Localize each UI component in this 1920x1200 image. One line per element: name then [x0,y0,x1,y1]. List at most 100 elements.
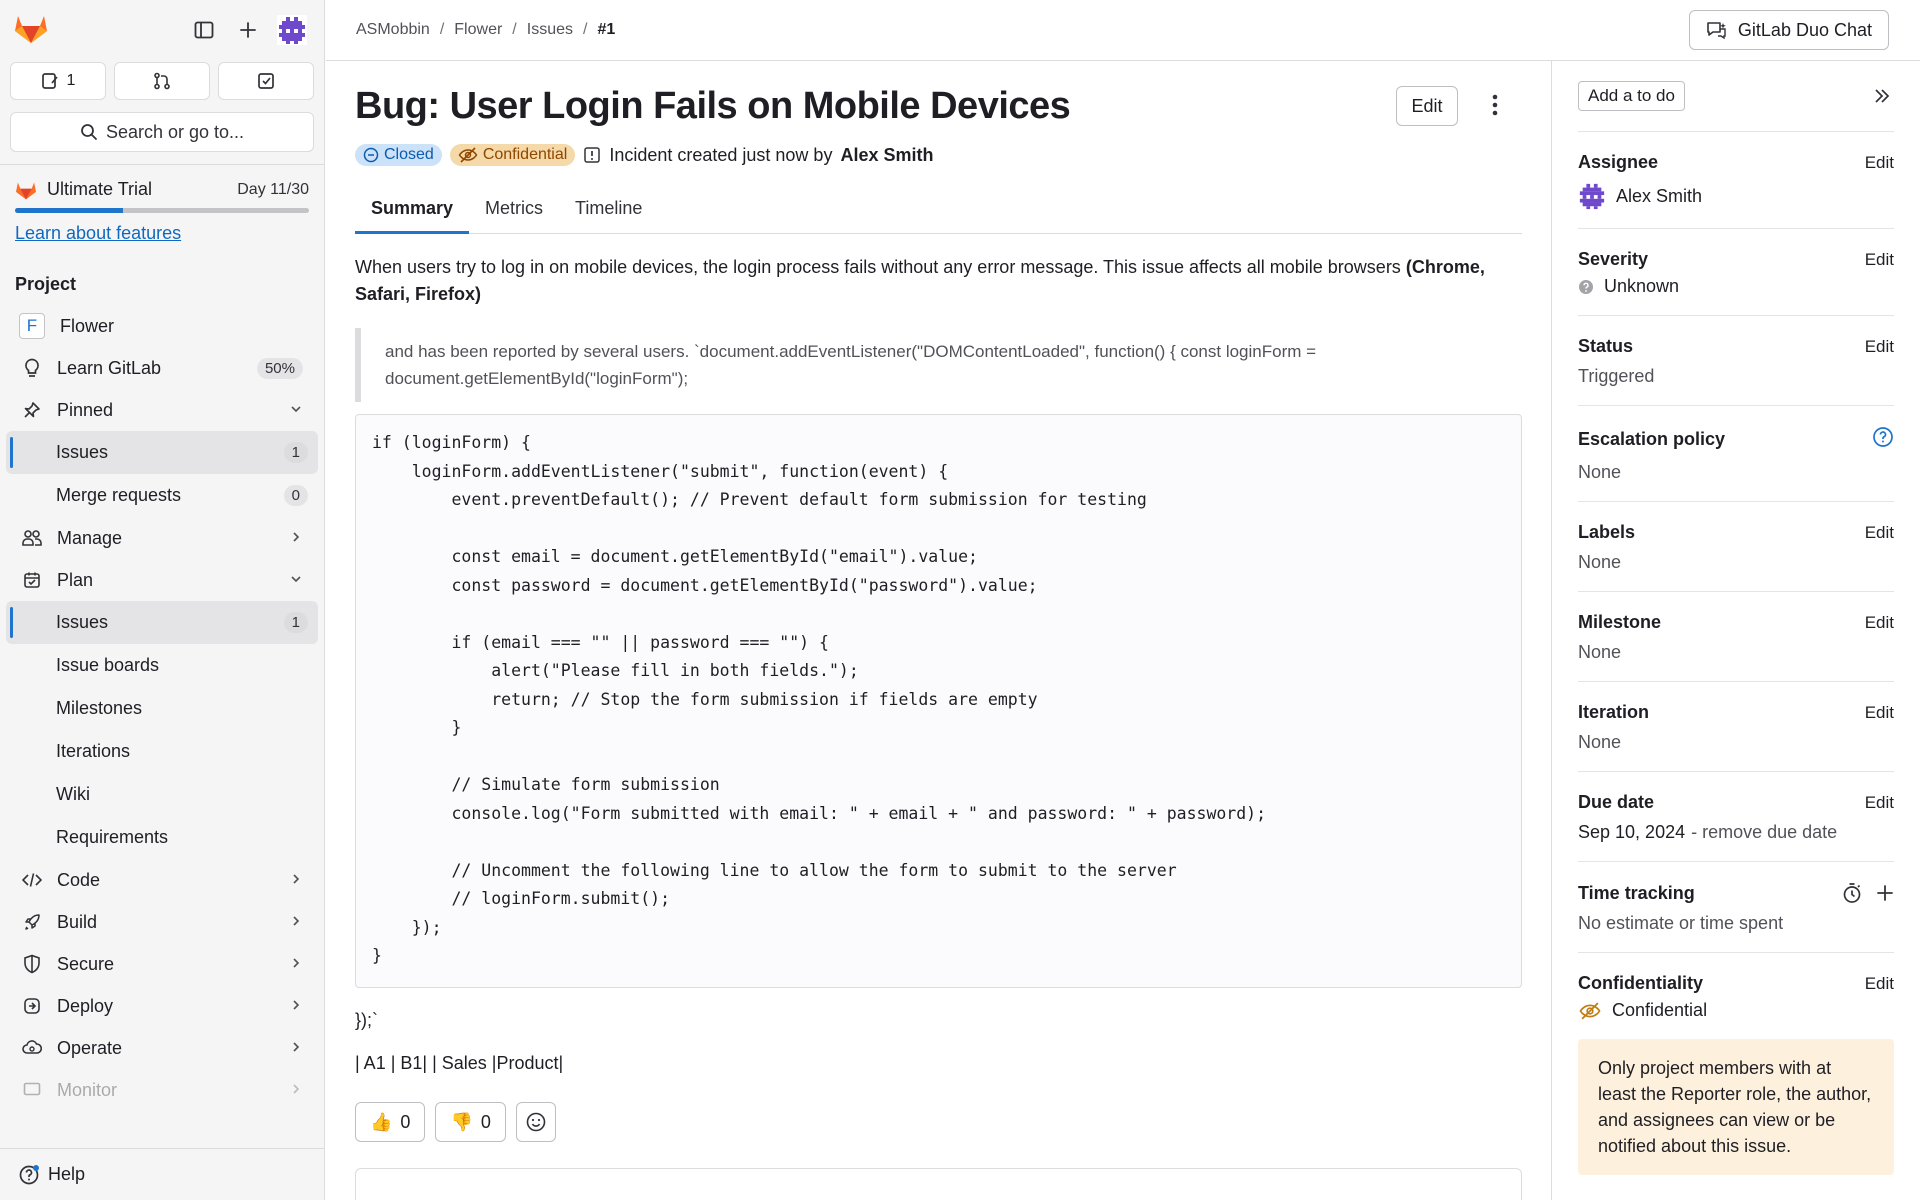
sidebar-item-monitor[interactable]: Monitor [6,1069,318,1111]
assignee-edit-button[interactable]: Edit [1865,153,1894,173]
thumbs-down-count: 0 [480,1111,491,1132]
chevron-right-icon [289,912,303,933]
sidebar-item-iterations[interactable]: Iterations [6,730,318,773]
issue-description: When users try to log in on mobile devic… [355,254,1522,308]
learn-about-features-link[interactable]: Learn about features [15,223,181,244]
breadcrumb-project[interactable]: Flower [454,21,502,39]
plan-label: Plan [57,569,94,590]
author-link[interactable]: Alex Smith [840,145,933,166]
breadcrumb-issue-number[interactable]: #1 [597,21,615,39]
sidebar-item-project[interactable]: F Flower [6,305,318,347]
sidebar-item-learn-gitlab[interactable]: Learn GitLab 50% [6,347,318,389]
monitor-label: Monitor [57,1079,118,1100]
edit-issue-button[interactable]: Edit [1396,86,1458,126]
milestone-edit-button[interactable]: Edit [1865,613,1894,633]
issue-boards-label: Issue boards [56,655,160,675]
sidebar-item-plan-issues[interactable]: Issues 1 [6,601,318,644]
due-date-edit-button[interactable]: Edit [1865,793,1894,813]
labels-edit-button[interactable]: Edit [1865,523,1894,543]
breadcrumb-issues[interactable]: Issues [527,21,573,39]
sidebar-item-secure[interactable]: Secure [6,943,318,985]
tab-metrics[interactable]: Metrics [469,184,559,233]
top-bar: ASMobbin / Flower / Issues / #1 GitLab D… [326,0,1920,61]
sidebar-item-deploy[interactable]: Deploy [6,985,318,1027]
severity-title: Severity [1578,249,1649,269]
add-time-plus-icon[interactable] [1876,884,1894,902]
status-block: Status Edit Triggered [1578,316,1894,406]
secure-label: Secure [57,953,115,974]
sidebar-counts: 1 [0,62,324,100]
trial-widget[interactable]: Ultimate Trial Day 11/30 Learn about fea… [0,165,324,244]
trial-label: Ultimate Trial [47,179,153,199]
stopwatch-icon[interactable] [1842,882,1862,904]
sidebar-item-pinned-merge-requests[interactable]: Merge requests 0 [6,474,318,517]
merge-requests-button[interactable] [114,62,210,100]
assignee-block: Assignee Edit Alex Smith [1578,132,1894,229]
sidebar-item-operate[interactable]: Operate [6,1027,318,1069]
sidebar-item-wiki[interactable]: Wiki [6,773,318,816]
iteration-edit-button[interactable]: Edit [1865,703,1894,723]
user-avatar[interactable] [274,12,310,48]
status-edit-button[interactable]: Edit [1865,337,1894,357]
status-badge: Closed [355,144,442,166]
requirements-label: Requirements [56,827,169,847]
tab-summary[interactable]: Summary [355,184,470,234]
assigned-issues-button[interactable]: 1 [10,62,106,100]
table-markdown-text: | A1 | B1| | Sales |Product| [355,1053,564,1073]
sidebar-item-code[interactable]: Code [6,859,318,901]
sidebar-item-requirements[interactable]: Requirements [6,816,318,859]
todo-list-button[interactable] [218,62,314,100]
create-new-plus-icon[interactable] [230,12,266,48]
gitlab-duo-chat-button[interactable]: GitLab Duo Chat [1688,10,1889,50]
severity-edit-button[interactable]: Edit [1865,250,1894,270]
iterations-label: Iterations [56,741,131,761]
thumbs-down-button[interactable]: 👎 0 [435,1102,506,1142]
page-title: Bug: User Login Fails on Mobile Devices [355,85,1071,127]
duo-chat-label: GitLab Duo Chat [1737,19,1872,40]
sidebar-item-manage[interactable]: Manage [6,517,318,559]
labels-value: None [1578,552,1622,572]
collapse-sidebar-icon[interactable] [1870,88,1894,104]
tab-timeline[interactable]: Timeline [559,184,658,233]
comment-box[interactable] [355,1168,1522,1200]
breadcrumb-namespace[interactable]: ASMobbin [356,21,430,39]
more-actions-kebab-icon[interactable] [1485,85,1505,125]
escalation-policy-value: None [1578,462,1622,482]
help-button[interactable]: Help [0,1148,324,1200]
escalation-help-icon[interactable] [1872,426,1894,453]
escalation-policy-title: Escalation policy [1578,429,1726,449]
search-button[interactable]: Search or go to... [10,112,314,152]
sidebar-item-pinned-issues[interactable]: Issues 1 [6,431,318,474]
chevron-right-icon [289,954,303,975]
gitlab-logo-icon[interactable] [14,12,48,49]
milestone-block: Milestone Edit None [1578,592,1894,682]
chevron-right-icon [289,870,303,891]
remove-due-date-link[interactable]: - remove due date [1691,822,1837,843]
due-date-title: Due date [1578,792,1655,812]
sidebar-item-issue-boards[interactable]: Issue boards [6,644,318,687]
pinned-issues-count: 1 [283,442,308,463]
sidebar-toggle-icon[interactable] [186,12,222,48]
chevron-right-icon [289,1080,303,1101]
add-todo-button[interactable]: Add a to do [1578,81,1685,111]
thumbs-down-icon: 👎 [450,1111,473,1132]
sidebar-top-bar [0,0,324,60]
due-date-value: Sep 10, 2024 [1578,822,1686,842]
confidential-badge: Confidential [449,144,576,166]
sidebar-item-milestones[interactable]: Milestones [6,687,318,730]
assignee-name[interactable]: Alex Smith [1616,186,1702,207]
description-text: When users try to log in on mobile devic… [355,257,1401,277]
thumbs-up-button[interactable]: 👍 0 [355,1102,426,1142]
thumbs-up-icon: 👍 [370,1111,393,1132]
sidebar-item-pinned[interactable]: Pinned [6,389,318,431]
pinned-merge-requests-label: Merge requests [56,485,182,505]
duo-chat-icon [1707,22,1726,40]
add-reaction-button[interactable] [515,1102,556,1142]
project-avatar: F [19,313,45,339]
gitlab-trial-icon [16,182,36,199]
sidebar-item-build[interactable]: Build [6,901,318,943]
lightbulb-icon [21,357,43,379]
search-icon [81,124,97,140]
sidebar-item-plan[interactable]: Plan [6,559,318,601]
confidentiality-edit-button[interactable]: Edit [1865,974,1894,994]
